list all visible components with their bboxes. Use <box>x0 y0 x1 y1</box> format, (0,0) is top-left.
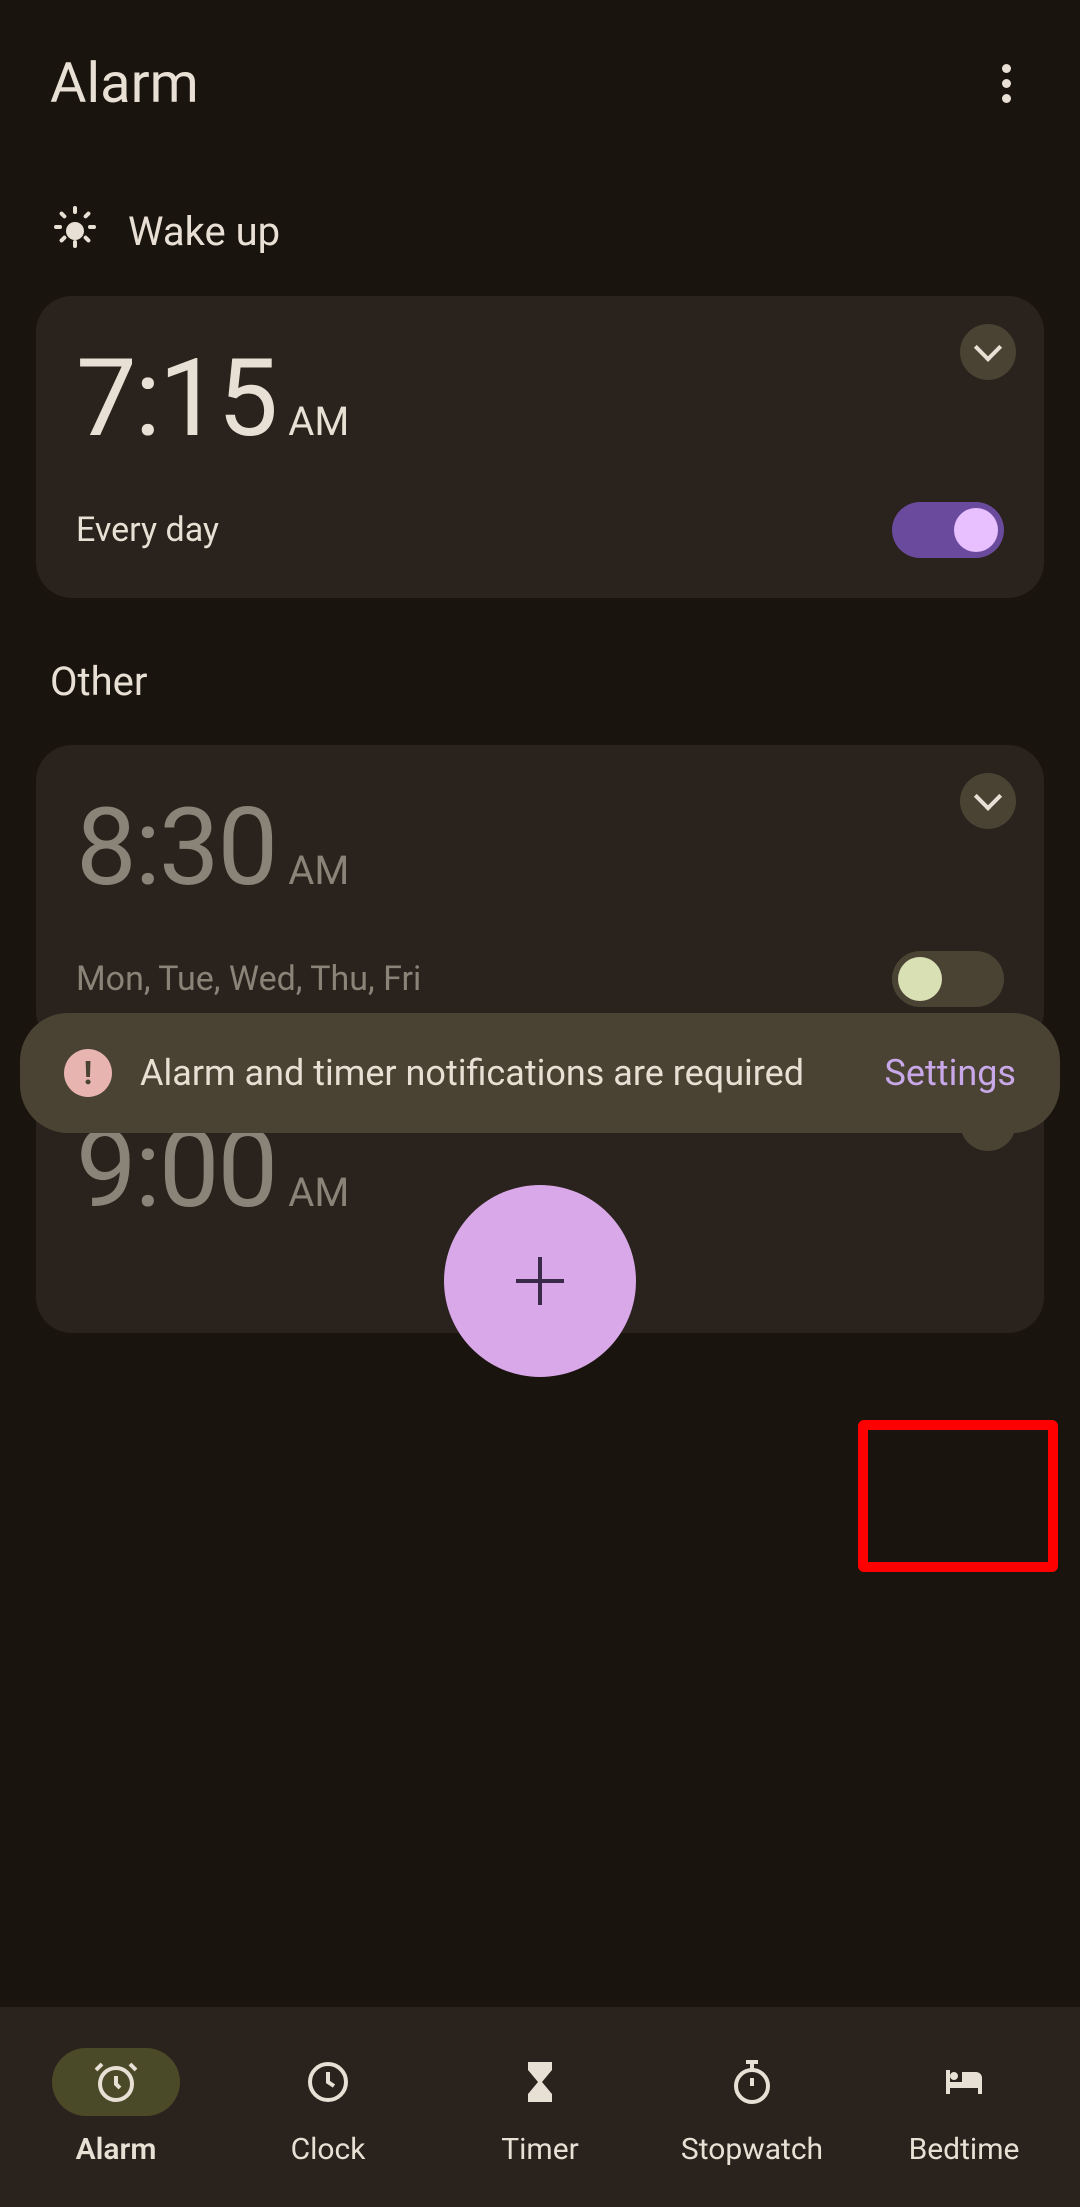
hourglass-icon <box>516 2058 564 2106</box>
alarm-ampm: AM <box>288 398 349 445</box>
notification-banner: ! Alarm and timer notifications are requ… <box>20 1013 1060 1133</box>
nav-bedtime[interactable]: Bedtime <box>858 2048 1070 2167</box>
alarm-toggle[interactable] <box>892 951 1004 1007</box>
nav-clock[interactable]: Clock <box>222 2048 434 2167</box>
alert-icon: ! <box>64 1049 112 1097</box>
alarm-card[interactable]: 7:15 AM Every day <box>36 296 1044 598</box>
expand-button[interactable] <box>960 773 1016 829</box>
nav-label: Bedtime <box>909 2132 1020 2167</box>
nav-label: Stopwatch <box>681 2132 823 2167</box>
clock-icon <box>304 2058 352 2106</box>
header: Alarm <box>0 0 1080 146</box>
nav-label: Alarm <box>76 2132 157 2167</box>
expand-button[interactable] <box>960 324 1016 380</box>
alarm-card[interactable]: 8:30 AM Mon, Tue, Wed, Thu, Fri <box>36 745 1044 1047</box>
bed-icon <box>937 2058 991 2106</box>
alarm-time-row[interactable]: 8:30 AM <box>76 785 1004 911</box>
nav-alarm[interactable]: Alarm <box>10 2048 222 2167</box>
sun-icon <box>50 206 100 256</box>
alarm-clock-icon <box>92 2058 140 2106</box>
alarm-ampm: AM <box>288 1169 349 1216</box>
section-wakeup-header: Wake up <box>0 146 1080 296</box>
more-options-icon[interactable] <box>982 59 1030 107</box>
add-alarm-button[interactable] <box>444 1185 636 1377</box>
nav-timer[interactable]: Timer <box>434 2048 646 2167</box>
stopwatch-icon <box>728 2058 776 2106</box>
nav-label: Timer <box>501 2132 579 2167</box>
page-title: Alarm <box>50 50 199 116</box>
nav-stopwatch[interactable]: Stopwatch <box>646 2048 858 2167</box>
bottom-nav: Alarm Clock Timer Stopwatch <box>0 2007 1080 2207</box>
banner-text: Alarm and timer notifications are requir… <box>140 1050 857 1097</box>
alarm-ampm: AM <box>288 847 349 894</box>
section-other-label: Other <box>0 618 1080 745</box>
chevron-down-icon <box>974 783 1002 811</box>
chevron-down-icon <box>974 334 1002 362</box>
section-wakeup-label: Wake up <box>128 208 280 255</box>
alarm-time: 8:30 <box>76 785 276 911</box>
alarm-toggle[interactable] <box>892 502 1004 558</box>
alarm-time: 7:15 <box>76 336 276 462</box>
plus-icon <box>516 1257 564 1305</box>
highlight-annotation <box>858 1420 1058 1572</box>
alarm-repeat: Mon, Tue, Wed, Thu, Fri <box>76 959 421 999</box>
alarm-repeat: Every day <box>76 510 219 550</box>
nav-label: Clock <box>291 2132 366 2167</box>
alarm-time-row[interactable]: 7:15 AM <box>76 336 1004 462</box>
banner-settings-button[interactable]: Settings <box>885 1052 1016 1094</box>
